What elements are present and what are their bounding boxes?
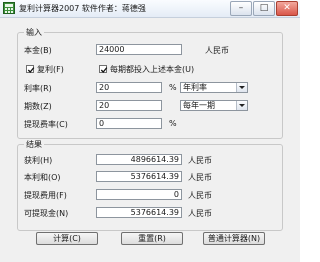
reinvest-checkbox[interactable] bbox=[99, 65, 108, 73]
period-type-value: 每年一期 bbox=[183, 101, 215, 110]
reset-button[interactable]: 重置(R) bbox=[121, 232, 183, 245]
rate-unit: % bbox=[169, 83, 177, 92]
rate-input[interactable]: 20 bbox=[96, 82, 162, 93]
app-icon bbox=[3, 2, 15, 14]
result-group-title: 结果 bbox=[24, 139, 44, 150]
total-unit: 人民币 bbox=[188, 173, 212, 182]
fee-unit: 人民币 bbox=[188, 191, 212, 200]
periods-input[interactable]: 20 bbox=[96, 100, 162, 111]
window-title: 复利计算器2007 软件作者：蒋德强 bbox=[19, 4, 146, 13]
fee-label: 提现费用(F) bbox=[24, 191, 67, 200]
period-type-select[interactable]: 每年一期 bbox=[180, 100, 248, 111]
dropdown-arrow-icon[interactable] bbox=[236, 83, 247, 92]
withdrawable-unit: 人民币 bbox=[188, 209, 212, 218]
client-area: 输入 本金(B) 24000 人民币 复利(F) 每期都投入上述本金(U) 利率… bbox=[0, 18, 300, 262]
withdrawable-value: 5376614.39 bbox=[96, 207, 182, 218]
result-group: 结果 获利(H) 4896614.39 人民币 本利和(O) 5376614.3… bbox=[17, 139, 283, 231]
principal-input[interactable]: 24000 bbox=[96, 44, 182, 55]
close-button[interactable]: ✕ bbox=[276, 1, 298, 16]
fee-value: 0 bbox=[96, 189, 182, 200]
check-icon bbox=[27, 67, 35, 73]
periods-label: 期数(Z) bbox=[24, 102, 52, 111]
maximize-button[interactable]: □ bbox=[253, 1, 275, 16]
reinvest-label: 每期都投入上述本金(U) bbox=[110, 65, 195, 74]
profit-unit: 人民币 bbox=[188, 156, 212, 165]
principal-unit: 人民币 bbox=[205, 46, 229, 55]
input-group-title: 输入 bbox=[24, 27, 44, 38]
total-value: 5376614.39 bbox=[96, 171, 182, 182]
compound-label: 复利(F) bbox=[37, 65, 64, 74]
withdraw-rate-label: 提现费率(C) bbox=[24, 120, 68, 129]
calculate-button[interactable]: 计算(C) bbox=[36, 232, 98, 245]
check-icon bbox=[100, 67, 108, 73]
withdrawable-label: 可提现金(N) bbox=[24, 209, 69, 218]
dropdown-arrow-icon[interactable] bbox=[236, 101, 247, 110]
rate-type-select[interactable]: 年利率 bbox=[180, 82, 248, 93]
profit-value: 4896614.39 bbox=[96, 154, 182, 165]
rate-type-value: 年利率 bbox=[183, 83, 207, 92]
principal-label: 本金(B) bbox=[24, 46, 52, 55]
rate-label: 利率(R) bbox=[24, 84, 52, 93]
title-bar: 复利计算器2007 软件作者：蒋德强 – □ ✕ bbox=[0, 0, 300, 18]
minimize-button[interactable]: – bbox=[230, 1, 252, 16]
withdraw-rate-input[interactable]: 0 bbox=[96, 118, 162, 129]
withdraw-rate-unit: % bbox=[169, 119, 177, 128]
profit-label: 获利(H) bbox=[24, 156, 53, 165]
input-group: 输入 本金(B) 24000 人民币 复利(F) 每期都投入上述本金(U) 利率… bbox=[17, 27, 283, 139]
normal-calculator-button[interactable]: 普通计算器(N) bbox=[203, 232, 265, 245]
total-label: 本利和(O) bbox=[24, 173, 61, 182]
compound-checkbox[interactable] bbox=[26, 65, 35, 73]
